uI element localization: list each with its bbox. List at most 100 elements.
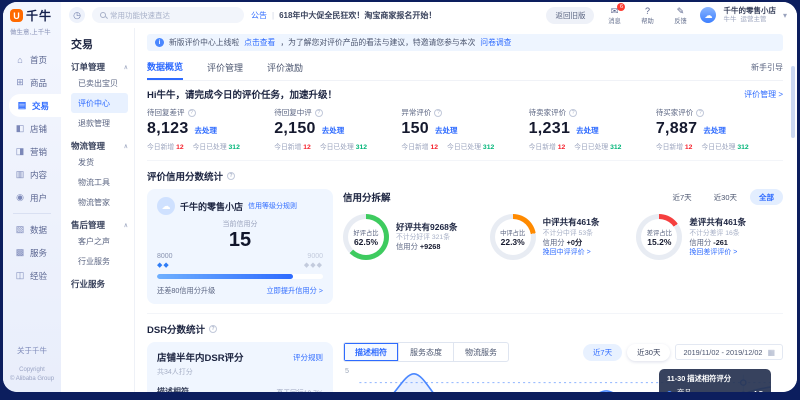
recover-mid-review-link[interactable]: 挽回中评评价 > <box>543 248 600 257</box>
range-7days-pill[interactable]: 近7天 <box>582 343 623 361</box>
tab-review-incentive[interactable]: 评价激励 <box>267 55 303 79</box>
filter-7days[interactable]: 近7天 <box>663 189 700 205</box>
metric-cards: 待回复差评? 8,123 去处理 今日新增 12 今日已处理 312 待回复中评? … <box>147 107 783 151</box>
sidebar-item-marketing[interactable]: ◨ 营销 <box>3 140 61 163</box>
metric-pending-bad-reviews: 待回复差评? 8,123 去处理 今日新增 12 今日已处理 312 <box>147 108 240 151</box>
user-info: 千牛的零售小店 牛牛 运营主管 <box>723 6 776 24</box>
search-input[interactable] <box>110 10 236 20</box>
submenu-item-review-center[interactable]: 评价中心 <box>71 93 128 113</box>
tab-data-overview[interactable]: 数据概览 <box>147 54 184 80</box>
notice-view-link[interactable]: 点击查看 <box>244 37 275 48</box>
bad-review-block: 差评占比 15.2% 差评共有461条 不计分差评 16条 信用分 -261 挽回… <box>636 214 783 260</box>
sidebar-item-shop[interactable]: ◧ 店铺 <box>3 117 61 140</box>
content-icon: ▥ <box>15 169 25 179</box>
range-30days-pill[interactable]: 近30天 <box>627 343 671 361</box>
date-range-value: 2019/11/02 - 2019/12/02 <box>683 347 763 357</box>
tab-logistics-service[interactable]: 物流服务 <box>453 343 508 361</box>
credit-range-min: 8000 <box>157 253 173 260</box>
sidebar-item-service[interactable]: ▩ 服务 <box>3 241 61 264</box>
metric-label: 待买家评价 <box>655 108 694 117</box>
history-clock-icon[interactable]: ◷ <box>69 7 85 23</box>
submenu-item-sold-items[interactable]: 已卖出宝贝 <box>71 73 128 93</box>
submenu-item-shipping[interactable]: 发货 <box>71 152 128 172</box>
submenu-item-industry-services[interactable]: 行业服务 <box>71 251 128 271</box>
help-button[interactable]: ? 帮助 <box>634 6 660 25</box>
sidebar-item-home[interactable]: ⌂ 首页 <box>3 48 61 71</box>
tab-service-attitude[interactable]: 服务态度 <box>398 343 453 361</box>
dsr-score-card: 店铺半年内DSR评分 评分规则 共34人打分 描述相符 高于同行19.7% 4.… <box>147 342 333 392</box>
credit-section-title: 评价信用分数统计? <box>147 160 783 183</box>
dsr-line-chart[interactable]: 54.5 11-30 描述相符评分 商品4.5 行业平均4.3 <box>343 367 783 392</box>
dsr-rule-link[interactable]: 评分规则 <box>293 352 323 363</box>
app-window: U 千牛 做生意,上千牛 ⌂ 首页 ⊞ 商品 ▤ 交易 ◧ 店铺 ◨ 营销 ▥ 内容 ◉ 用户… <box>3 2 797 392</box>
go-handle-link[interactable]: 去处理 <box>576 125 599 136</box>
go-handle-link[interactable]: 去处理 <box>435 125 458 136</box>
submenu-group-industry[interactable]: 行业服务 <box>71 278 128 290</box>
go-handle-link[interactable]: 去处理 <box>703 125 726 136</box>
date-range-picker[interactable]: 2019/11/02 - 2019/12/02 ▦ <box>675 344 783 360</box>
sidebar-item-content[interactable]: ▥ 内容 <box>3 163 61 186</box>
about-qianniu-link[interactable]: 关于千牛 <box>3 345 61 356</box>
boost-credit-link[interactable]: 立即提升信用分 > <box>266 286 323 296</box>
service-icon: ▩ <box>15 247 25 257</box>
sidebar-item-data[interactable]: ▧ 数据 <box>3 218 61 241</box>
user-role: 运营主管 <box>740 15 767 23</box>
back-to-old-version-button[interactable]: 返回旧版 <box>546 6 595 24</box>
go-handle-link[interactable]: 去处理 <box>322 125 345 136</box>
help-circle-icon: ? <box>569 108 578 117</box>
metric-label: 异常评价 <box>401 108 432 117</box>
submenu-group-logistics[interactable]: 物流管理 ∧ <box>71 140 128 152</box>
review-manage-link[interactable]: 评价管理 > <box>744 89 783 100</box>
collapse-caret-icon: ∧ <box>123 222 128 229</box>
feedback-button[interactable]: ✎ 反馈 <box>667 6 693 25</box>
submenu-item-voice-of-customer[interactable]: 客户之声 <box>71 231 128 251</box>
tab-review-management[interactable]: 评价管理 <box>207 55 243 79</box>
group-label: 订单管理 <box>71 62 106 72</box>
sidebar-item-trade[interactable]: ▤ 交易 <box>9 94 61 117</box>
metric-label: 待回复中评 <box>274 108 312 117</box>
quick-search[interactable] <box>92 7 244 23</box>
metric-abnormal-reviews: 异常评价? 150 去处理 今日新增 12 今日已处理 312 <box>401 108 495 151</box>
go-handle-link[interactable]: 去处理 <box>195 125 218 136</box>
messages-button[interactable]: ✉ 消息 6 <box>601 2 627 25</box>
shop-name: 千牛的零售小店 <box>723 6 776 16</box>
credit-rule-link[interactable]: 信用等级分规则 <box>248 201 297 211</box>
submenu-title: 交易 <box>71 39 93 51</box>
chevron-down-icon[interactable]: ▾ <box>783 11 787 20</box>
vertical-scrollbar[interactable] <box>791 66 795 138</box>
dsr-chart-panel: 描述相符 服务态度 物流服务 近7天 近30天 2019/11/02 - 201… <box>343 342 783 392</box>
copyright: Copyright © Alibaba Group <box>9 367 55 382</box>
sidebar-item-label: 内容 <box>30 169 48 180</box>
group-label: 售后管理 <box>71 220 106 230</box>
filter-all[interactable]: 全部 <box>750 189 783 205</box>
submenu-group-aftersales[interactable]: 售后管理 ∧ <box>71 219 128 231</box>
metric-value: 7,887 <box>655 120 698 137</box>
group-label: 行业服务 <box>71 279 106 289</box>
metric-label: 待卖家评价 <box>528 108 567 117</box>
sidebar-item-users[interactable]: ◉ 用户 <box>3 186 61 209</box>
submenu-item-logistics-tools[interactable]: 物流工具 <box>71 172 128 192</box>
notice-survey-link[interactable]: 问卷调查 <box>480 37 511 48</box>
submenu-item-refunds[interactable]: 退款管理 <box>71 113 128 133</box>
group-label: 物流管理 <box>71 141 106 151</box>
submenu-group-orders[interactable]: 订单管理 ∧ <box>71 61 128 73</box>
user-avatar[interactable]: ☁ <box>700 7 717 23</box>
chart-tooltip: 11-30 描述相符评分 商品4.5 行业平均4.3 <box>659 369 771 392</box>
notice-text: 新版评价中心上线啦 <box>169 38 240 47</box>
help-label: 帮助 <box>641 17 654 25</box>
brand-block: U 千牛 做生意,上千牛 <box>3 2 61 38</box>
greeting-text: Hi牛牛，请完成今日的评价任务，加速升级！ <box>147 90 338 101</box>
sidebar-item-experience[interactable]: ◫ 经验 <box>3 264 61 287</box>
recover-bad-review-link[interactable]: 挽回差评评价 > <box>689 248 746 257</box>
info-icon: i <box>155 38 164 47</box>
newbie-guide-link[interactable]: 新手引导 <box>751 62 783 73</box>
tab-description-match[interactable]: 描述相符 <box>344 343 398 361</box>
filter-30days[interactable]: 近30天 <box>705 189 746 205</box>
sidebar-item-goods[interactable]: ⊞ 商品 <box>3 71 61 94</box>
submenu-item-logistics-manager[interactable]: 物流管家 <box>71 192 128 212</box>
svg-text:5: 5 <box>345 367 349 375</box>
sidebar-item-label: 营销 <box>30 146 48 157</box>
sidebar-item-label: 商品 <box>30 77 48 88</box>
announce-label: 公告 <box>251 10 267 20</box>
announcement[interactable]: 公告 | 618年中大促全民狂欢！淘宝商家报名开始！ <box>251 10 436 21</box>
